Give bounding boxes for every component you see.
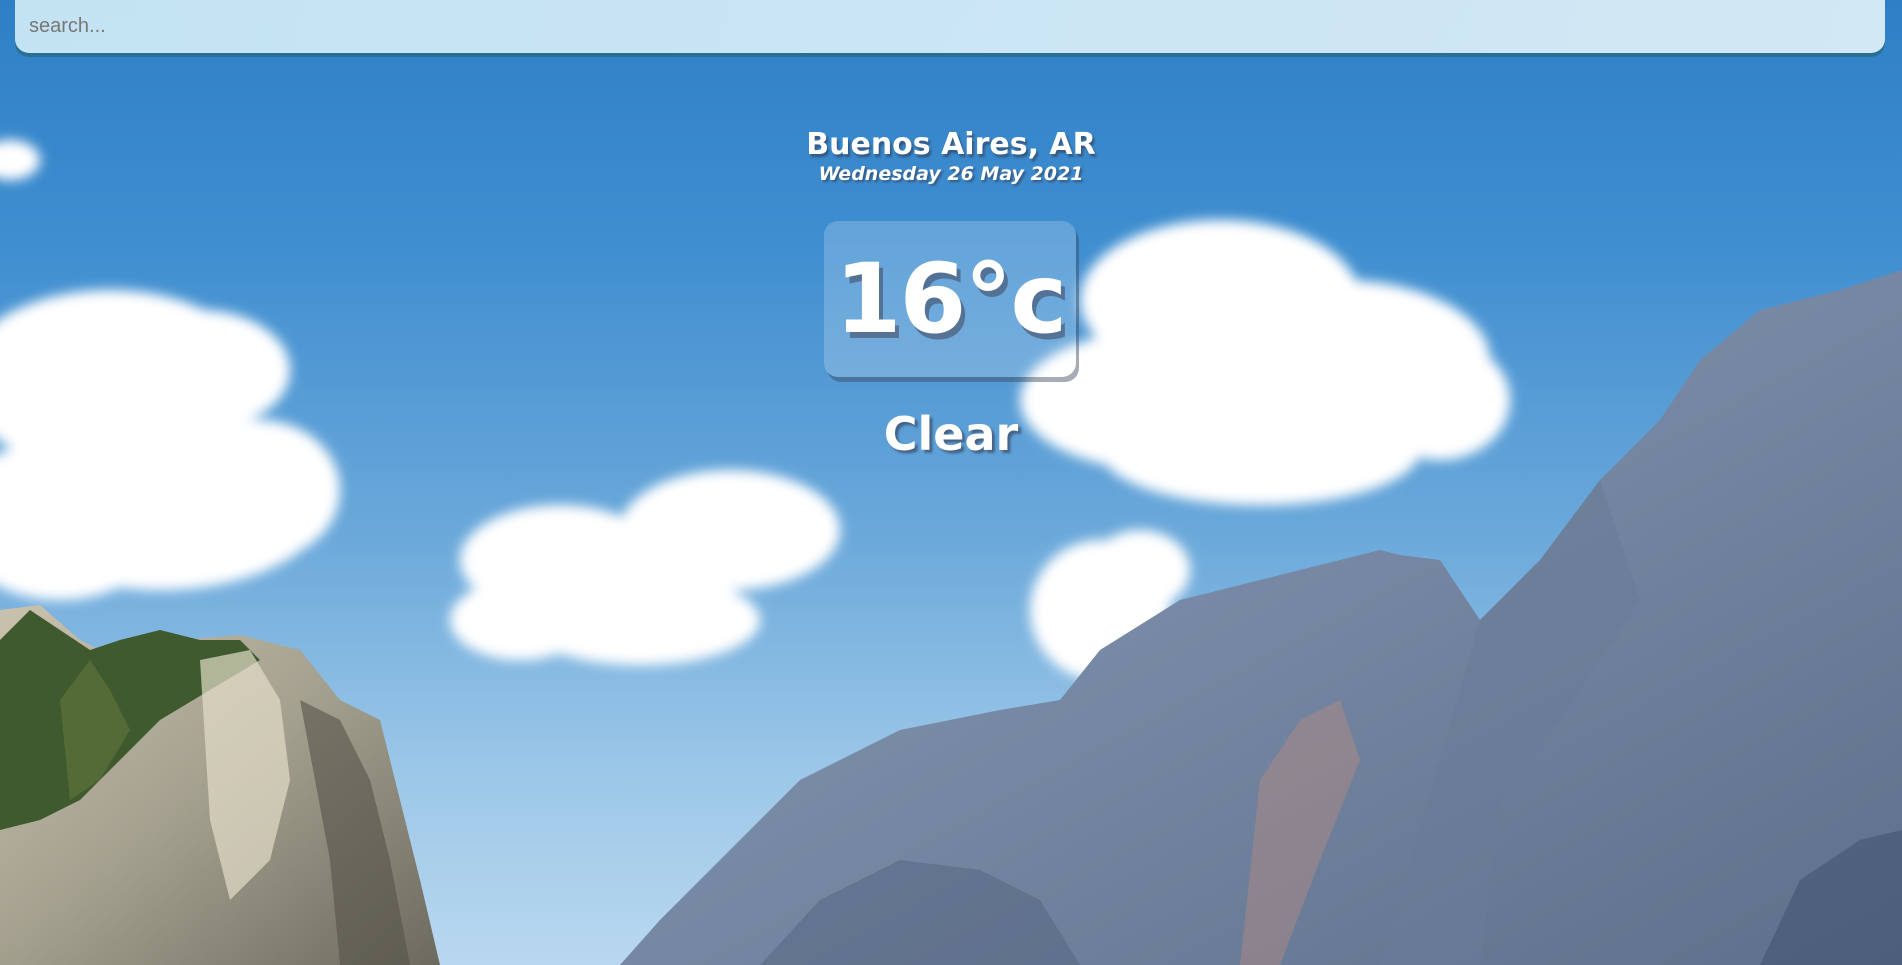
cloud-right: [1020, 220, 1510, 505]
temperature-value: 16°c: [834, 243, 1067, 355]
cloud-center: [450, 470, 840, 665]
search-input[interactable]: [15, 0, 1885, 53]
temperature-box: 16°c: [824, 221, 1076, 377]
cliff-left: [0, 605, 440, 965]
current-date: Wednesday 26 May 2021: [818, 163, 1084, 185]
location-name: Buenos Aires, AR: [806, 127, 1096, 162]
weather-condition: Clear: [883, 407, 1019, 461]
location-box: Buenos Aires, AR Wednesday 26 May 2021: [0, 128, 1902, 185]
